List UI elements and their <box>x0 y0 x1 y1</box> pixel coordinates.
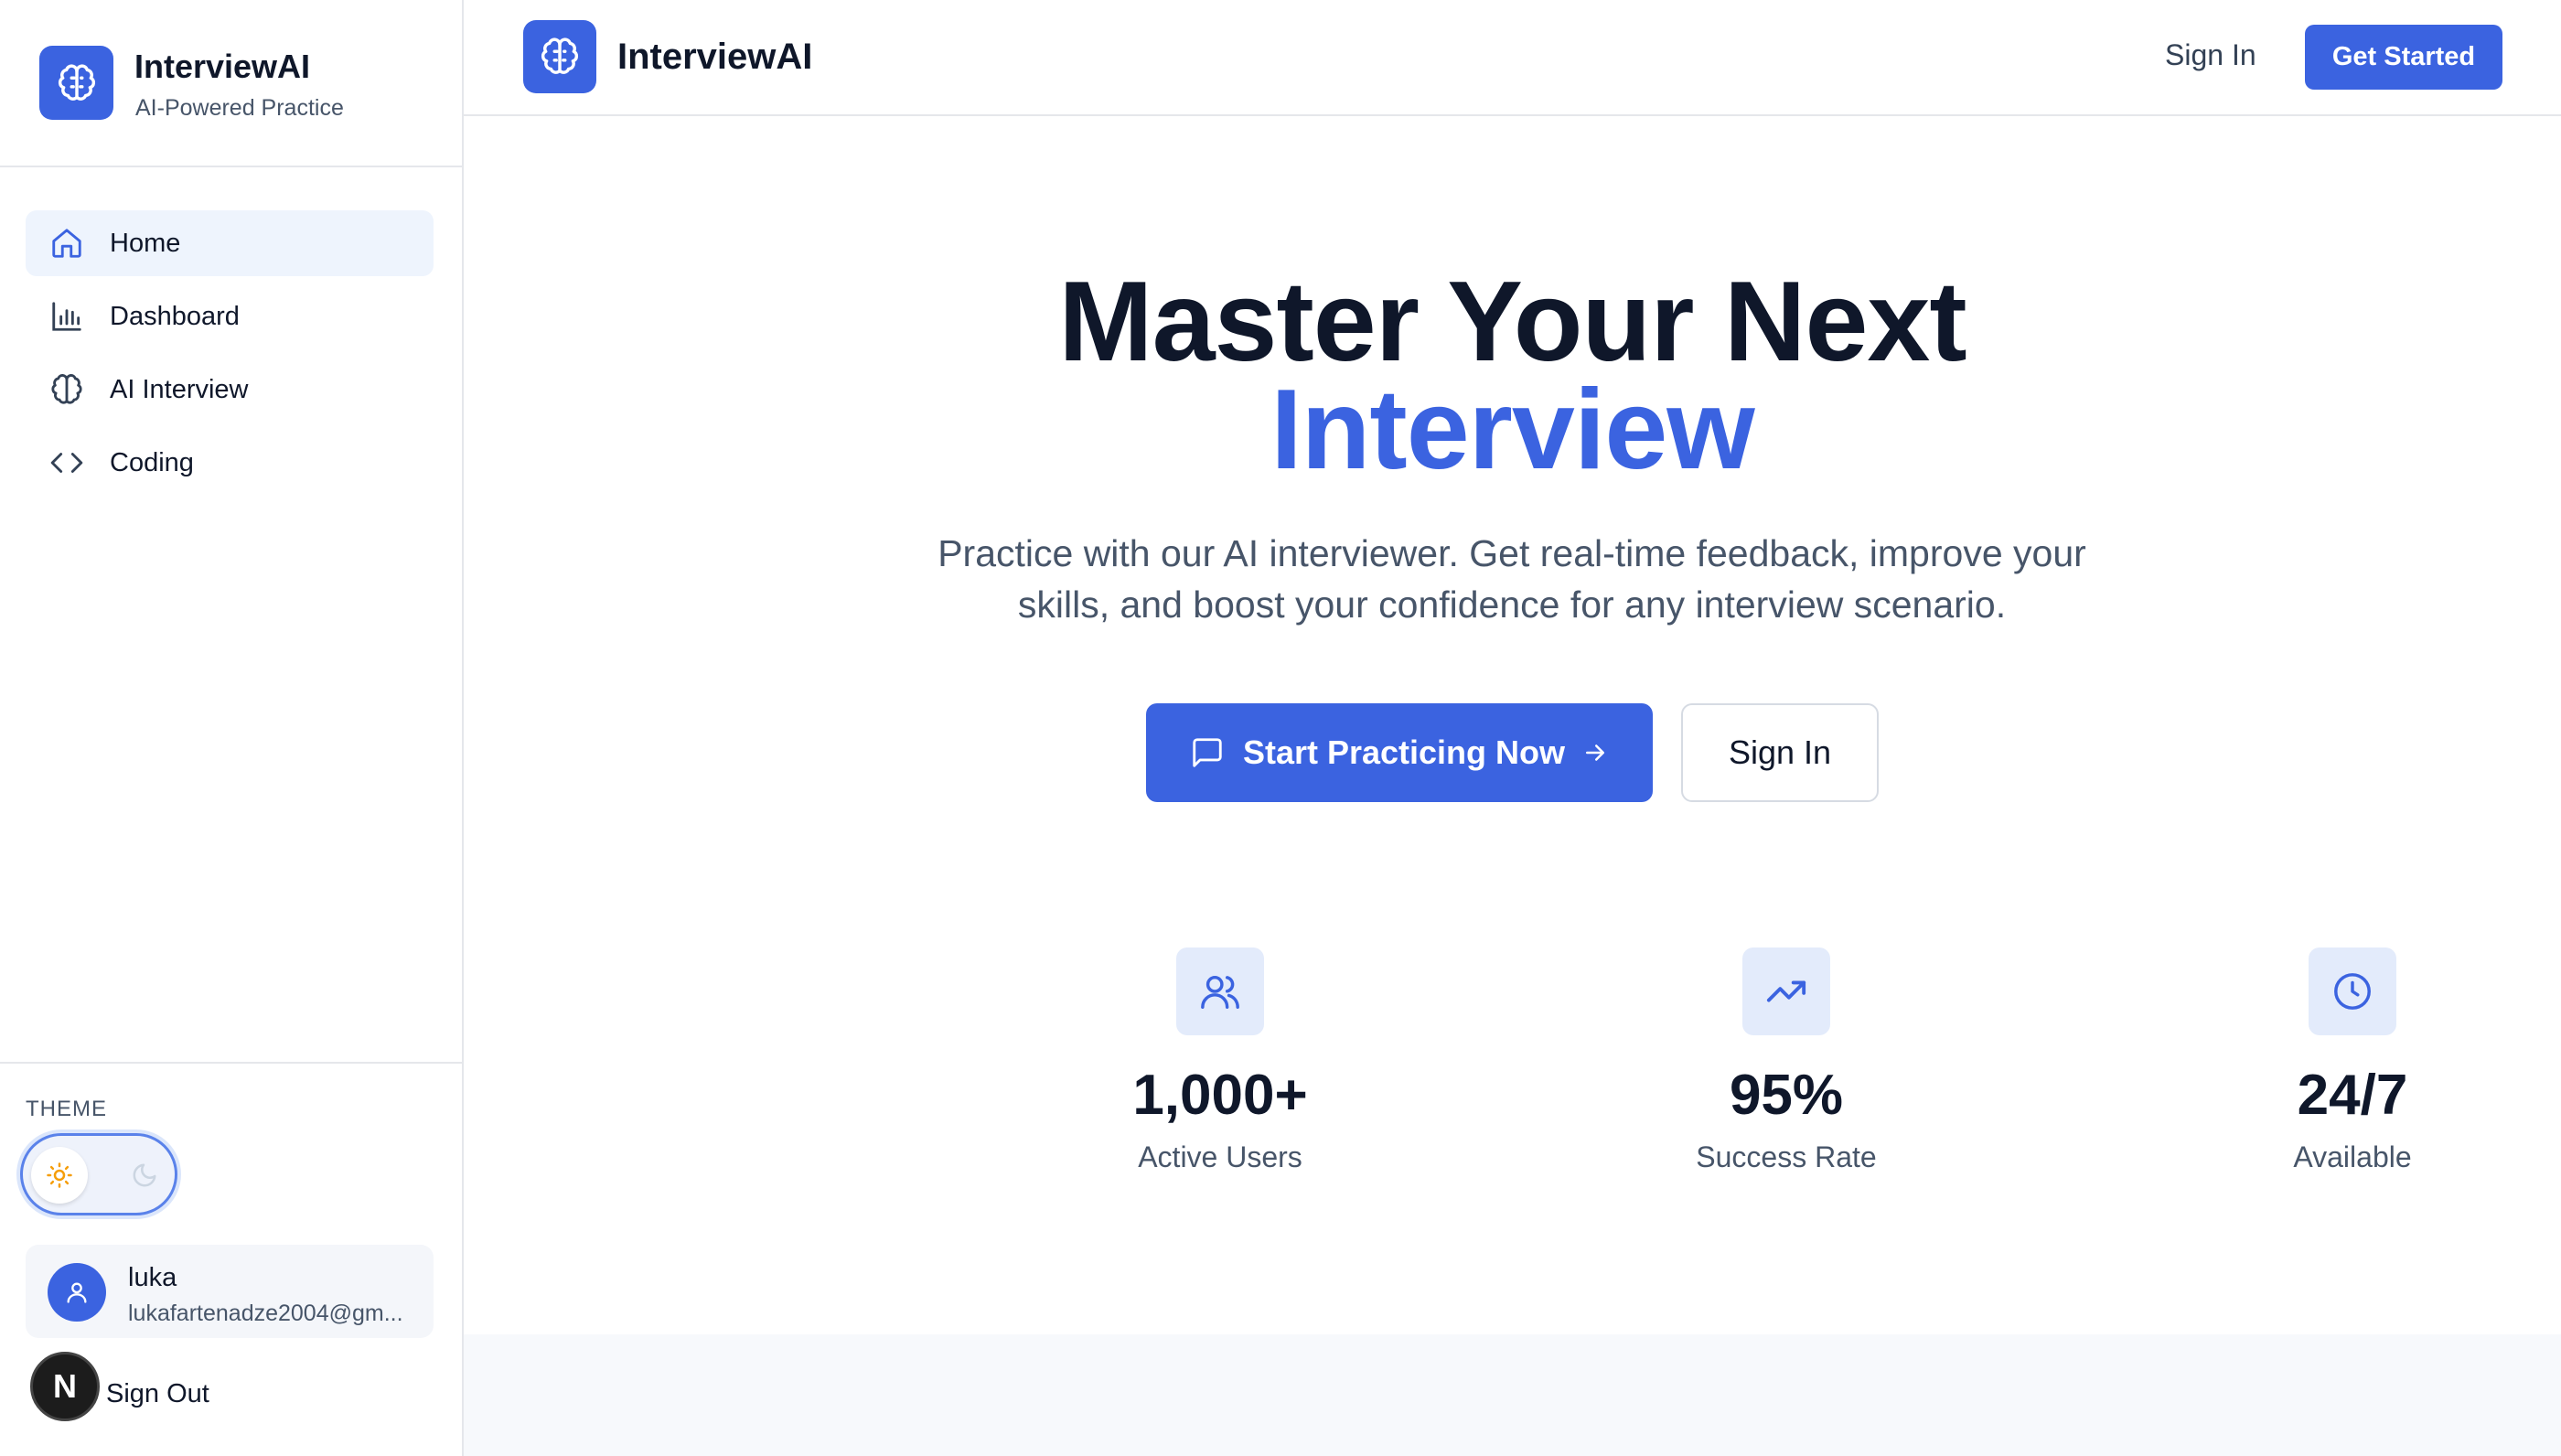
avatar <box>48 1263 106 1322</box>
next-dev-badge[interactable]: N <box>30 1352 100 1421</box>
stat-label: Active Users <box>1138 1140 1302 1173</box>
stat-value: 1,000+ <box>1132 1064 1308 1127</box>
user-card[interactable]: luka lukafartenadze2004@gm... <box>26 1245 434 1338</box>
hero-section: Master Your Next Interview Practice with… <box>464 118 2561 1334</box>
sign-in-link[interactable]: Sign In <box>2165 38 2256 72</box>
stat-value: 24/7 <box>2297 1064 2408 1127</box>
hero-title-highlight: Interview <box>1270 367 1755 493</box>
start-practicing-button[interactable]: Start Practicing Now <box>1146 703 1653 802</box>
sidebar-item-dashboard[interactable]: Dashboard <box>26 284 434 349</box>
brand-tagline: AI-Powered Practice <box>135 95 344 121</box>
arrow-right-icon <box>1581 739 1609 766</box>
sidebar: InterviewAI AI-Powered Practice Home Das… <box>0 0 464 1456</box>
brain-logo-icon[interactable] <box>523 20 596 93</box>
sun-icon <box>31 1147 88 1204</box>
sidebar-item-coding[interactable]: Coding <box>26 430 434 496</box>
brain-icon <box>48 370 86 409</box>
sidebar-item-ai-interview[interactable]: AI Interview <box>26 357 434 423</box>
stat-available: 24/7 Available <box>2170 947 2535 1174</box>
stat-value: 95% <box>1729 1064 1844 1127</box>
sidebar-footer: THEME luka lukafartenadze2004@gm... N Si… <box>0 1062 462 1456</box>
hero-description: Practice with our AI interviewer. Get re… <box>872 528 2152 630</box>
users-icon <box>1176 947 1264 1035</box>
brain-logo-icon <box>39 46 113 120</box>
stat-success-rate: 95% Success Rate <box>1603 947 1969 1174</box>
sidebar-item-home[interactable]: Home <box>26 210 434 276</box>
sidebar-item-label: Coding <box>110 447 194 477</box>
sidebar-item-label: Dashboard <box>110 301 240 331</box>
sidebar-item-label: AI Interview <box>110 374 249 404</box>
hero-sign-in-button[interactable]: Sign In <box>1681 703 1879 802</box>
user-name: luka <box>128 1263 177 1292</box>
stat-label: Success Rate <box>1696 1140 1877 1173</box>
hero-description-line: Practice with our AI interviewer. Get re… <box>938 532 2086 574</box>
top-navbar: InterviewAI Sign In Get Started <box>464 0 2561 116</box>
start-practicing-label: Start Practicing Now <box>1242 733 1566 771</box>
next-section-band <box>464 1334 2561 1456</box>
clock-icon <box>2309 947 2396 1035</box>
sidebar-item-label: Home <box>110 228 181 258</box>
sign-out-button[interactable]: Sign Out <box>106 1379 209 1409</box>
code-icon <box>48 444 86 482</box>
sidebar-nav: Home Dashboard AI Interview Coding <box>26 210 434 503</box>
theme-toggle[interactable] <box>20 1133 177 1215</box>
bar-chart-icon <box>48 297 86 336</box>
brand-name: InterviewAI <box>134 48 311 85</box>
get-started-button[interactable]: Get Started <box>2305 25 2502 90</box>
stat-active-users: 1,000+ Active Users <box>1037 947 1403 1174</box>
sidebar-brand: InterviewAI AI-Powered Practice <box>0 0 462 167</box>
trending-up-icon <box>1742 947 1830 1035</box>
message-square-icon <box>1190 735 1225 770</box>
stat-label: Available <box>2293 1140 2412 1173</box>
theme-label: THEME <box>26 1097 107 1121</box>
home-icon <box>48 224 86 262</box>
moon-icon <box>131 1162 158 1194</box>
app-title[interactable]: InterviewAI <box>617 37 812 78</box>
hero-description-line: skills, and boost your confidence for an… <box>1017 583 2007 626</box>
user-email: lukafartenadze2004@gm... <box>128 1301 403 1326</box>
